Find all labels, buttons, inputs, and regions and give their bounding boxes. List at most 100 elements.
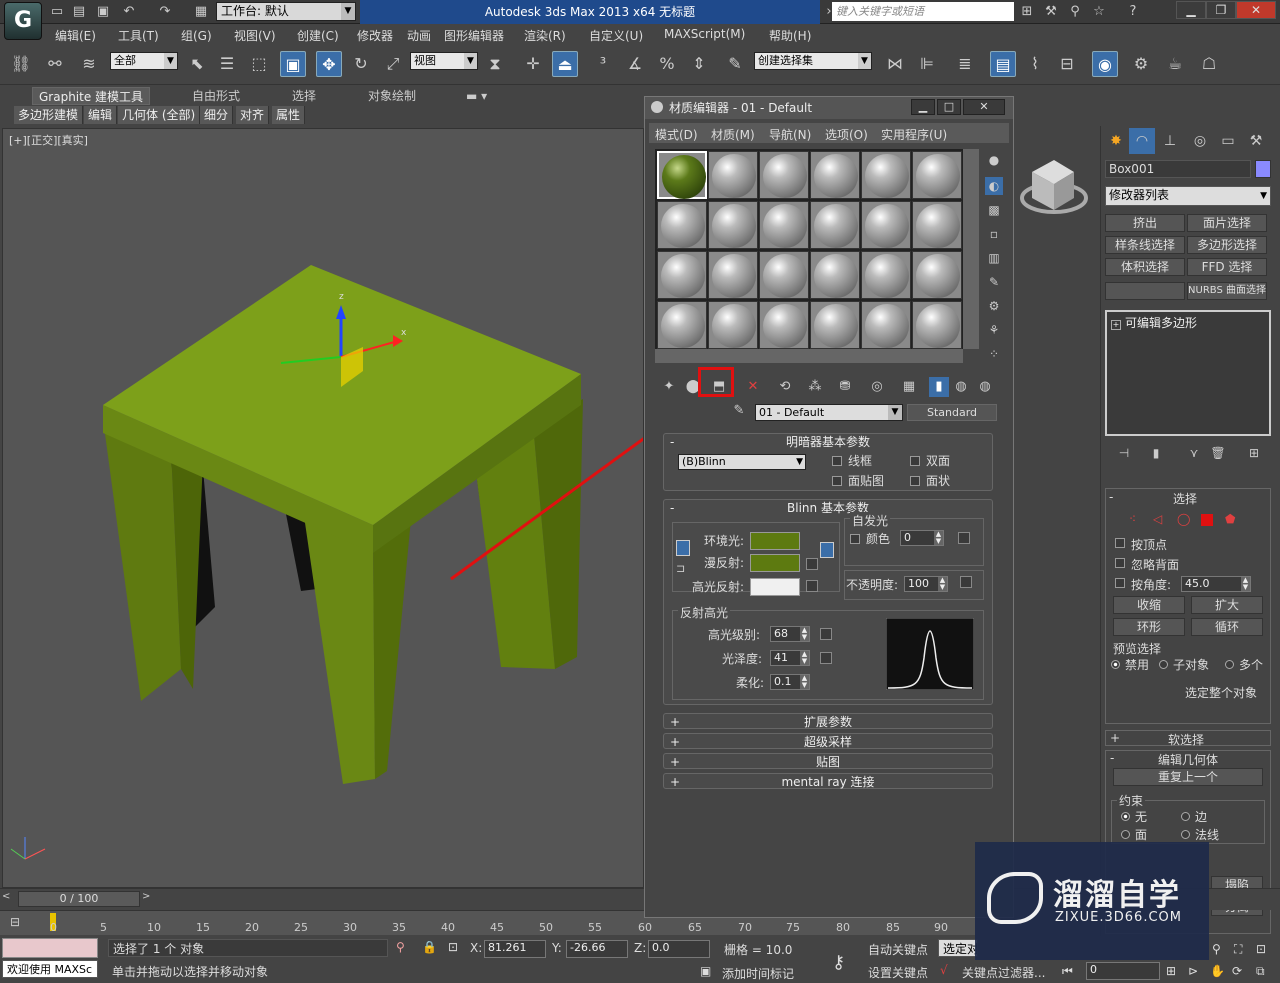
percent-snap-icon[interactable]: % [654, 51, 680, 77]
supersampling-rollout[interactable]: + 超级采样 [663, 733, 993, 749]
link-icon[interactable]: ⛓ [8, 51, 34, 77]
maxscript-mini-listener[interactable]: 欢迎使用 MAXSc [2, 960, 98, 978]
communication-center-icon[interactable]: ⚒ [1042, 3, 1060, 21]
modifier-stack-list[interactable]: + 可编辑多边形 [1105, 310, 1271, 436]
extended-params-rollout[interactable]: + 扩展参数 [663, 713, 993, 729]
material-sample-slot[interactable] [759, 201, 809, 249]
self-illum-map-button[interactable] [958, 532, 970, 544]
material-sample-slot[interactable] [861, 251, 911, 299]
field-of-view-icon[interactable]: ⊳ [1188, 964, 1198, 978]
preview-subobject-radio[interactable] [1159, 660, 1168, 669]
vol-select-modifier-button[interactable]: 体积选择 [1105, 258, 1185, 276]
material-sample-slot[interactable] [708, 301, 758, 349]
redo-icon[interactable]: ↷ [156, 3, 174, 21]
specular-map-button[interactable] [806, 580, 818, 592]
go-forward-sibling-icon[interactable]: ◍ [975, 377, 995, 397]
show-in-viewport-icon[interactable]: ▦ [899, 377, 919, 397]
time-config-icon[interactable]: ⊞ [1166, 964, 1176, 978]
rendered-frame-icon[interactable]: ☕ [1162, 51, 1188, 77]
prev-frame-icon[interactable]: < [2, 891, 16, 907]
preview-multi-radio[interactable] [1225, 660, 1234, 669]
object-name-field[interactable]: Box001 [1105, 160, 1251, 178]
material-sample-slot[interactable] [708, 201, 758, 249]
reset-map-icon[interactable]: ✕ [743, 377, 763, 397]
diffuse-color-swatch[interactable] [750, 554, 800, 572]
zoom-all-icon[interactable]: ⛶ [1234, 942, 1242, 957]
lock-icon[interactable] [820, 542, 834, 558]
me-maximize-button[interactable]: □ [937, 99, 961, 115]
material-name-field[interactable]: 01 - Default ▼ [755, 404, 903, 421]
modifier-stack-item[interactable]: + 可编辑多边形 [1111, 314, 1265, 330]
spinner-snap-icon[interactable]: ⇕ [686, 51, 712, 77]
glossiness-spinner[interactable]: 41 ▲ ▼ [770, 650, 810, 666]
maxscript-listener-pink[interactable] [2, 938, 98, 958]
material-editor-icon[interactable]: ◉ [1092, 51, 1118, 77]
rectangular-selection-icon[interactable]: ⬚ [246, 51, 272, 77]
material-sample-slot[interactable] [657, 151, 707, 199]
make-unique-icon[interactable]: ⁂ [805, 377, 825, 397]
render-production-icon[interactable]: ☖ [1196, 51, 1222, 77]
material-sample-slot[interactable] [810, 251, 860, 299]
constraint-edge-radio[interactable] [1181, 812, 1190, 821]
menu-view[interactable]: 视图(V) [234, 27, 276, 44]
patch-select-modifier-button[interactable]: 面片选择 [1187, 214, 1267, 232]
set-key-button[interactable]: 设置关键点 [868, 964, 928, 981]
menu-modifiers[interactable]: 修改器 [357, 27, 393, 44]
material-navigator-icon[interactable]: ⁘ [985, 345, 1003, 363]
me-close-button[interactable]: ✕ [963, 99, 1005, 115]
ffd-select-modifier-button[interactable]: FFD 选择 [1187, 258, 1267, 276]
blinn-rollout-header[interactable]: - Blinn 基本参数 [664, 500, 992, 516]
slots-vertical-scrollbar[interactable] [963, 149, 979, 349]
named-selection-set-select[interactable]: 创建选择集 ▼ [754, 52, 872, 70]
material-sample-slot[interactable] [861, 151, 911, 199]
snaps-toggle-icon[interactable]: ³ [590, 51, 616, 77]
time-tag-icon[interactable]: ▣ [700, 964, 711, 978]
key-filter-icon[interactable]: √ [940, 963, 948, 977]
exchange-icon[interactable]: ⚲ [1066, 3, 1084, 21]
select-and-rotate-icon[interactable]: ↻ [348, 51, 374, 77]
put-to-library-icon[interactable]: ⛃ [835, 377, 855, 397]
material-sample-slot[interactable] [657, 201, 707, 249]
bind-space-warp-icon[interactable]: ≋ [76, 51, 102, 77]
select-manipulate-icon[interactable]: ✛ [520, 51, 546, 77]
curve-editor-icon[interactable]: ⌇ [1022, 51, 1048, 77]
schematic-view-icon[interactable]: ⊟ [1054, 51, 1080, 77]
element-subobject-icon[interactable]: ⬟ [1225, 512, 1235, 526]
spline-select-modifier-button[interactable]: 样条线选择 [1105, 236, 1185, 254]
layer-manager-icon[interactable]: ≣ [952, 51, 978, 77]
ribbon-tab-graphite[interactable]: Graphite 建模工具 [32, 87, 151, 105]
mirror-icon[interactable]: ⋈ [882, 51, 908, 77]
auto-key-button[interactable]: 自动关键点 [868, 941, 928, 958]
ribbon-sub-subdivision[interactable]: 细分 [200, 106, 234, 124]
me-menu-options[interactable]: 选项(O) [825, 126, 868, 143]
open-file-icon[interactable]: ▤ [70, 3, 88, 21]
empty-modifier-button[interactable] [1105, 282, 1185, 300]
show-end-result-icon[interactable]: ▮ [929, 377, 949, 397]
ribbon-sub-properties[interactable]: 属性 [272, 106, 306, 124]
wire-checkbox[interactable] [832, 456, 842, 466]
motion-tab-icon[interactable]: ◎ [1187, 128, 1213, 154]
unlink-icon[interactable]: ⚯ [42, 51, 68, 77]
eyedropper-icon[interactable]: ✎ [729, 403, 749, 423]
ribbon-options-icon[interactable]: ▬ ▾ [460, 87, 493, 105]
key-mode-select[interactable]: 选定对象 [938, 939, 978, 957]
get-material-icon[interactable]: ✦ [659, 377, 679, 397]
next-frame-icon[interactable]: > [142, 891, 156, 907]
ribbon-tab-selection[interactable]: 选择 [286, 87, 322, 105]
border-subobject-icon[interactable]: ◯ [1177, 512, 1190, 526]
app-logo-icon[interactable]: G [4, 2, 42, 40]
selection-filter-select[interactable]: 全部 ▼ [110, 52, 178, 70]
new-file-icon[interactable]: ▭ [48, 3, 66, 21]
material-sample-slot[interactable] [657, 301, 707, 349]
menu-customize[interactable]: 自定义(U) [589, 27, 643, 44]
material-sample-slot[interactable] [861, 301, 911, 349]
shader-type-select[interactable]: (B)Blinn ▼ [678, 454, 806, 470]
material-sample-slot[interactable] [810, 151, 860, 199]
pan-view-icon[interactable]: ✋ [1210, 964, 1225, 978]
ambient-color-swatch[interactable] [750, 532, 800, 550]
minimize-button[interactable]: ▁ [1176, 1, 1206, 19]
specular-color-swatch[interactable] [750, 578, 800, 596]
material-sample-slot[interactable] [912, 251, 962, 299]
modifier-list-select[interactable]: 修改器列表 ▼ [1105, 186, 1271, 206]
angle-snap-icon[interactable]: ∡ [622, 51, 648, 77]
